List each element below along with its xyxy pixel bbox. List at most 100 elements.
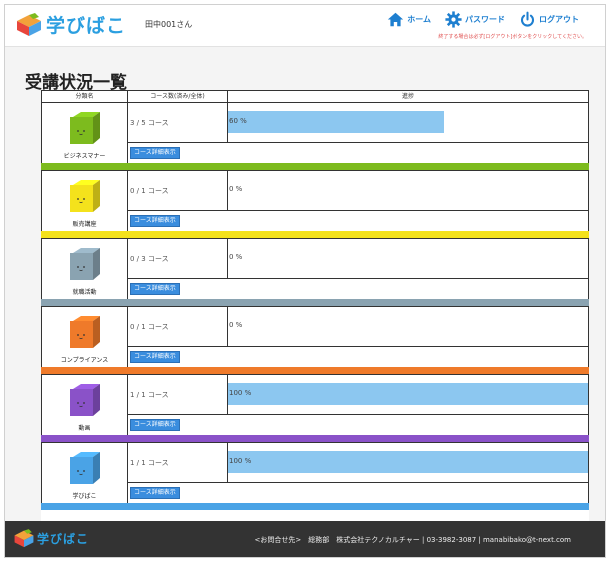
- row-detail: 0 / 1 コース 0 % コース詳細表示: [128, 171, 588, 232]
- header-category: 分類名: [42, 91, 128, 102]
- footer-logo: 学びばこ: [13, 529, 89, 548]
- nav-password[interactable]: パスワード: [445, 11, 505, 28]
- category-cell: 学びばこ: [42, 443, 128, 504]
- progress-bar-fill: [228, 451, 588, 473]
- table-row: ビジネスマナー 3 / 5 コース 60 % コース詳細表示: [41, 102, 589, 170]
- course-count: 1 / 1 コース: [128, 443, 228, 483]
- table-row: 動画 1 / 1 コース 100 % コース詳細表示: [41, 374, 589, 442]
- progress-label: 0 %: [229, 185, 243, 193]
- row-inner: ビジネスマナー 3 / 5 コース 60 % コース詳細表示: [42, 103, 588, 164]
- logo[interactable]: 学びばこ: [15, 11, 126, 38]
- row-detail: 0 / 3 コース 0 % コース詳細表示: [128, 239, 588, 300]
- category-cube-icon: [70, 112, 100, 144]
- row-inner: 販売講座 0 / 1 コース 0 % コース詳細表示: [42, 171, 588, 232]
- row-detail: 1 / 1 コース 100 % コース詳細表示: [128, 443, 588, 504]
- nav-logout[interactable]: ログアウト: [519, 11, 579, 28]
- category-name: コンプライアンス: [60, 357, 109, 364]
- category-cube-icon: [70, 248, 100, 280]
- progress-bar: 100 %: [228, 451, 588, 473]
- progress-cell: 0 %: [228, 307, 588, 347]
- progress-table: 分類名 コース数(済み/全体) 進捗 ビジネスマナー 3 / 5 コース 60 % コ…: [41, 90, 589, 530]
- table-body: ビジネスマナー 3 / 5 コース 60 % コース詳細表示 販売講座 0 / 1 コース…: [41, 102, 589, 510]
- header-progress: 進捗: [401, 93, 414, 100]
- table-row: コンプライアンス 0 / 1 コース 0 % コース詳細表示: [41, 306, 589, 374]
- category-name: ビジネスマナー: [63, 153, 106, 160]
- category-color-stripe: [41, 163, 589, 170]
- category-cube-icon: [70, 316, 100, 348]
- progress-cell: 100 %: [228, 443, 588, 483]
- category-color-stripe: [41, 503, 589, 510]
- row-inner: 動画 1 / 1 コース 100 % コース詳細表示: [42, 375, 588, 436]
- course-detail-button[interactable]: コース詳細表示: [130, 419, 180, 431]
- progress-bar-fill: [228, 383, 588, 405]
- table-row: 販売講座 0 / 1 コース 0 % コース詳細表示: [41, 170, 589, 238]
- logo-text: 学びばこ: [46, 15, 127, 37]
- row-detail: 3 / 5 コース 60 % コース詳細表示: [128, 103, 588, 164]
- footer-logo-cube-icon: [14, 529, 34, 548]
- progress-cell: 60 %: [228, 103, 588, 143]
- power-icon: [521, 11, 534, 27]
- category-name: 動画: [78, 425, 91, 432]
- progress-bar: 0 %: [228, 179, 588, 201]
- category-cell: 動画: [42, 375, 128, 436]
- progress-bar-fill: [228, 111, 444, 133]
- category-color-stripe: [41, 367, 589, 374]
- nav-password-label: パスワード: [465, 15, 505, 24]
- category-color-stripe: [41, 299, 589, 306]
- category-cube-icon: [70, 180, 100, 212]
- table-row: 学びばこ 1 / 1 コース 100 % コース詳細表示: [41, 442, 589, 510]
- page-frame: 学びばこ 田中001さん ホーム パスワード ログアウト 終了する場合は必ず[ロ…: [4, 4, 606, 558]
- logout-note: 終了する場合は必ず[ログアウト]ボタンをクリックしてください。: [438, 34, 587, 40]
- category-cube-icon: [70, 384, 100, 416]
- progress-label: 100 %: [229, 457, 252, 465]
- category-color-stripe: [41, 435, 589, 442]
- course-count: 0 / 3 コース: [128, 239, 228, 279]
- course-detail-button[interactable]: コース詳細表示: [130, 215, 180, 227]
- home-icon: [388, 12, 404, 27]
- progress-cell: 0 %: [228, 171, 588, 211]
- category-cell: 販売講座: [42, 171, 128, 232]
- nav-home[interactable]: ホーム: [387, 11, 431, 28]
- category-cell: ビジネスマナー: [42, 103, 128, 164]
- category-color-stripe: [41, 231, 589, 238]
- row-detail: 0 / 1 コース 0 % コース詳細表示: [128, 307, 588, 368]
- progress-cell: 0 %: [228, 239, 588, 279]
- progress-cell: 100 %: [228, 375, 588, 415]
- header: 学びばこ 田中001さん ホーム パスワード ログアウト 終了する場合は必ず[ロ…: [5, 5, 605, 47]
- logo-cube-icon: [17, 12, 41, 36]
- header-count: コース数(済み/全体): [128, 91, 228, 102]
- category-name: 就職活動: [72, 289, 97, 296]
- progress-bar: 60 %: [228, 111, 588, 133]
- progress-label: 60 %: [229, 117, 247, 125]
- top-nav: ホーム パスワード ログアウト: [373, 11, 579, 28]
- row-inner: 学びばこ 1 / 1 コース 100 % コース詳細表示: [42, 443, 588, 504]
- nav-home-label: ホーム: [407, 15, 431, 24]
- footer: 学びばこ <お問合せ先> 総務部 株式会社テクノカルチャー | 03-3982-…: [5, 521, 605, 557]
- nav-logout-label: ログアウト: [539, 15, 579, 24]
- category-cube-icon: [70, 452, 100, 484]
- progress-label: 0 %: [229, 253, 243, 261]
- gear-icon: [445, 11, 462, 28]
- category-name: 学びばこ: [72, 493, 97, 500]
- footer-contact: <お問合せ先> 総務部 株式会社テクノカルチャー | 03-3982-3087 …: [254, 536, 571, 544]
- table-row: 就職活動 0 / 3 コース 0 % コース詳細表示: [41, 238, 589, 306]
- row-inner: コンプライアンス 0 / 1 コース 0 % コース詳細表示: [42, 307, 588, 368]
- course-count: 3 / 5 コース: [128, 103, 228, 143]
- progress-bar: 100 %: [228, 383, 588, 405]
- table-header: 分類名 コース数(済み/全体) 進捗: [41, 90, 589, 102]
- main-content: 受講状況一覧 分類名 コース数(済み/全体) 進捗 ビジネスマナー 3 / 5 コ…: [5, 48, 605, 530]
- progress-label: 0 %: [229, 321, 243, 329]
- course-detail-button[interactable]: コース詳細表示: [130, 147, 180, 159]
- course-detail-button[interactable]: コース詳細表示: [130, 351, 180, 363]
- progress-bar: 0 %: [228, 315, 588, 337]
- course-detail-button[interactable]: コース詳細表示: [130, 283, 180, 295]
- category-cell: コンプライアンス: [42, 307, 128, 368]
- category-name: 販売講座: [72, 221, 97, 228]
- course-detail-button[interactable]: コース詳細表示: [130, 487, 180, 499]
- progress-label: 100 %: [229, 389, 252, 397]
- course-count: 1 / 1 コース: [128, 375, 228, 415]
- course-count: 0 / 1 コース: [128, 171, 228, 211]
- footer-logo-text: 学びばこ: [37, 532, 90, 546]
- row-detail: 1 / 1 コース 100 % コース詳細表示: [128, 375, 588, 436]
- progress-bar: 0 %: [228, 247, 588, 269]
